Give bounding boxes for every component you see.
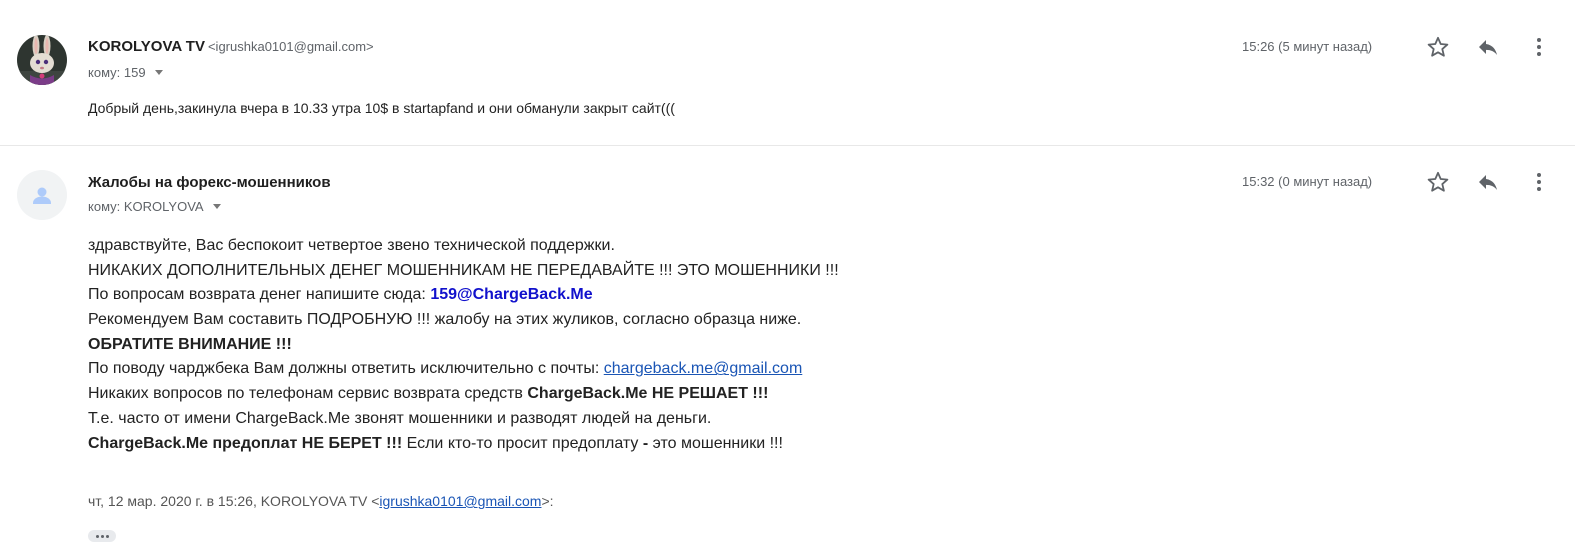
recipient-details-toggle[interactable]: кому: KOROLYOVA [88, 199, 221, 214]
body-line: По вопросам возврата денег напишите сюда… [88, 283, 839, 308]
quote-prefix: чт, 12 мар. 2020 г. в 15:26, KOROLYOVA T… [88, 493, 380, 509]
body-bold-text: ChargeBack.Me НЕ РЕШАЕТ !!! [527, 385, 769, 403]
sender-email: <igrushka0101@gmail.com> [207, 39, 374, 54]
chargeback-email-link[interactable]: chargeback.me@gmail.com [604, 360, 803, 377]
body-line: ChargeBack.Me предоплат НЕ БЕРЕТ !!! Есл… [88, 432, 839, 457]
body-line: НИКАКИХ ДОПОЛНИТЕЛЬНЫХ ДЕНЕГ МОШЕННИКАМ … [88, 261, 839, 279]
email-message-1: KOROLYOVA TV <igrushka0101@gmail.com> ком… [0, 0, 1575, 146]
sender-avatar[interactable] [17, 35, 67, 85]
body-line: Никаких вопросов по телефонам сервис воз… [88, 382, 839, 407]
body-text: Если кто-то просит предоплату [402, 434, 643, 452]
message-body: здравствуйте, Вас беспокоит четвертое зв… [88, 234, 839, 456]
recipient-details-toggle[interactable]: кому: 159 [88, 65, 163, 80]
sender-name[interactable]: KOROLYOVA TV [88, 38, 205, 55]
recipient-label: кому: 159 [88, 65, 146, 80]
body-line: Т.е. часто от имени ChargeBack.Me звонят… [88, 409, 712, 427]
email-message-2: Жалобы на форекс-мошенников кому: KOROLY… [0, 146, 1575, 552]
body-line: ОБРАТИТЕ ВНИМАНИЕ !!! [88, 335, 292, 353]
body-line: По поводу чарджбека Вам должны ответить … [88, 357, 839, 382]
quote-suffix: >: [541, 493, 554, 509]
person-icon[interactable] [17, 170, 67, 220]
message-time: 15:32 (0 минут назад) [1242, 174, 1373, 189]
message-time: 15:26 (5 минут назад) [1242, 39, 1373, 54]
star-icon[interactable] [1426, 35, 1450, 59]
body-text: По поводу чарджбека Вам должны ответить … [88, 360, 604, 378]
more-vert-icon[interactable] [1527, 35, 1551, 59]
body-text: это мошенники !!! [648, 434, 783, 452]
quote-email-link[interactable]: igrushka0101@gmail.com [379, 493, 541, 509]
dot [95, 534, 99, 538]
dot [100, 534, 104, 538]
chevron-down-icon[interactable] [212, 204, 221, 209]
message-body: Добрый день,закинула вчера в 10.33 утра … [88, 100, 675, 116]
support-email-link[interactable]: 159@ChargeBack.Me [430, 286, 592, 303]
quote-attribution: чт, 12 мар. 2020 г. в 15:26, KOROLYOVA T… [88, 493, 554, 509]
sender: KOROLYOVA TV <igrushka0101@gmail.com> [88, 38, 374, 55]
star-icon[interactable] [1426, 170, 1450, 194]
chevron-down-icon[interactable] [154, 70, 163, 75]
body-line: Рекомендуем Вам составить ПОДРОБНУЮ !!! … [88, 311, 802, 329]
more-vert-icon[interactable] [1527, 170, 1551, 194]
sender-name[interactable]: Жалобы на форекс-мошенников [88, 174, 331, 191]
body-bold-text: ChargeBack.Me предоплат НЕ БЕРЕТ !!! [88, 434, 403, 452]
reply-icon[interactable] [1476, 170, 1500, 194]
body-text: По вопросам возврата денег напишите сюда… [88, 286, 431, 304]
recipient-label: кому: KOROLYOVA [88, 199, 204, 214]
body-text: Никаких вопросов по телефонам сервис воз… [88, 385, 528, 403]
sender: Жалобы на форекс-мошенников [88, 174, 331, 191]
reply-icon[interactable] [1476, 35, 1500, 59]
body-line: здравствуйте, Вас беспокоит четвертое зв… [88, 237, 615, 254]
dot [105, 534, 109, 538]
show-trimmed-content-button[interactable] [88, 530, 116, 542]
